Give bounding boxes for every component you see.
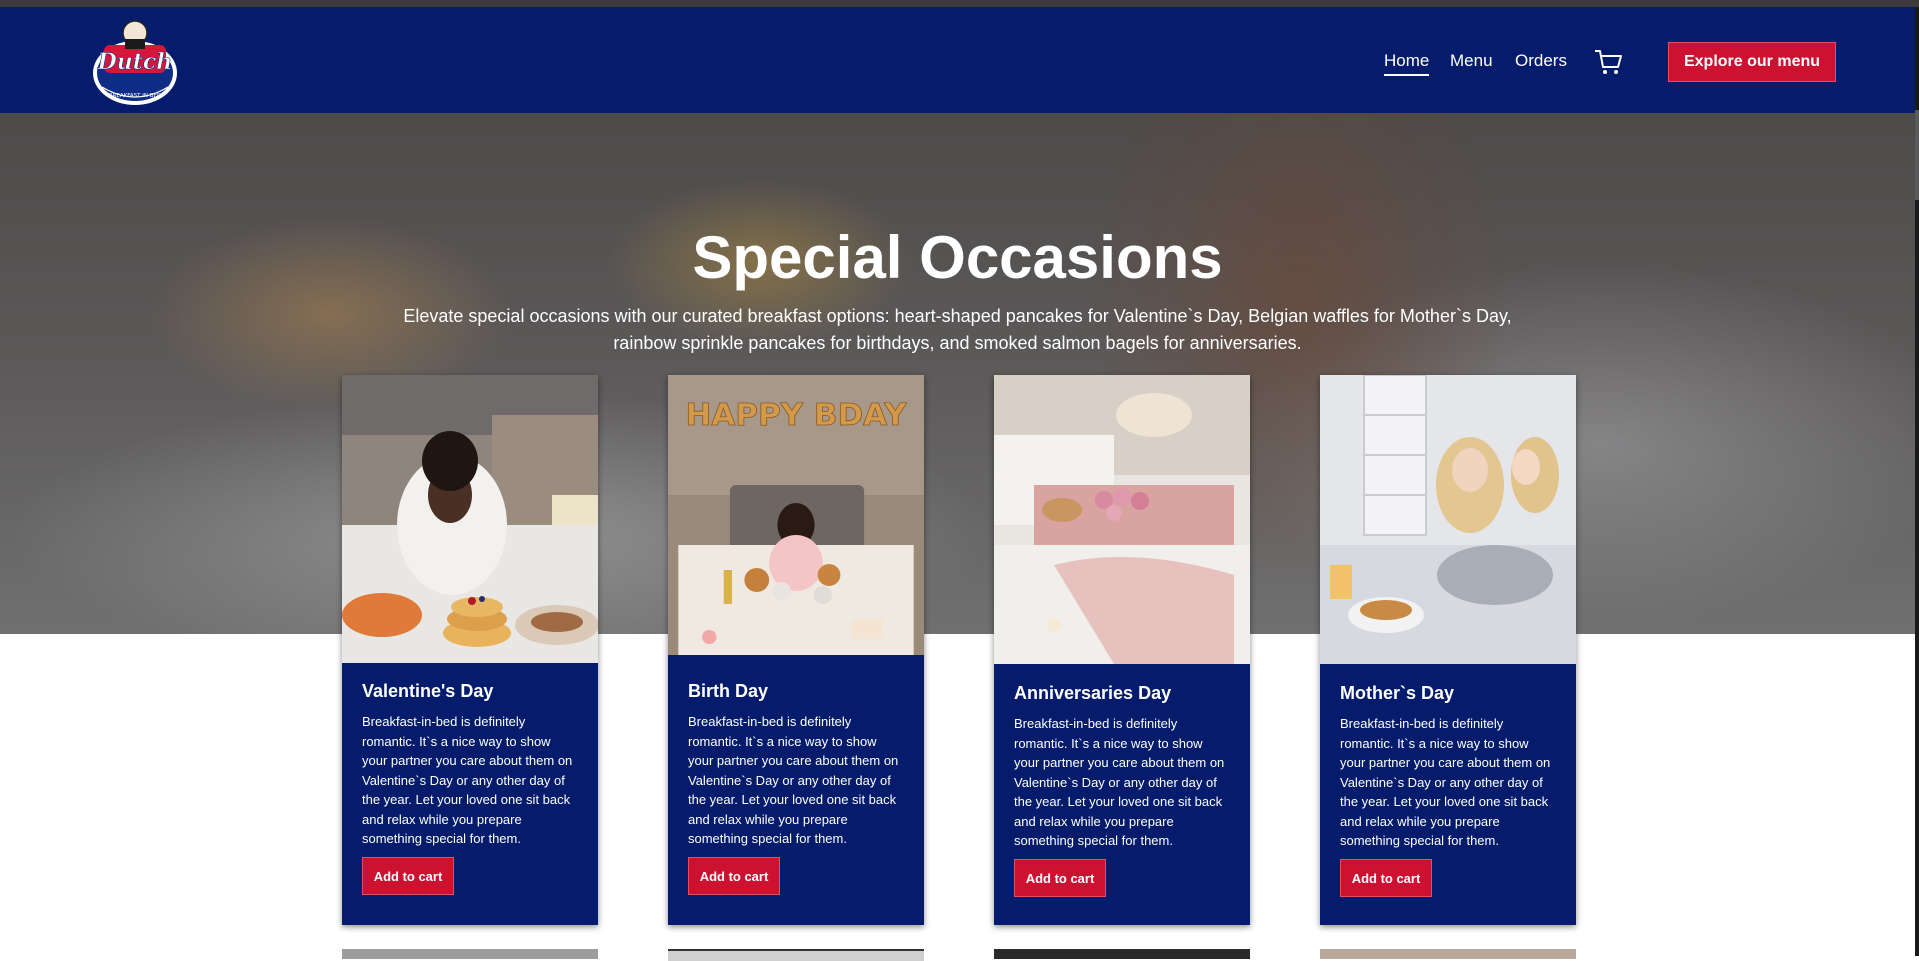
page-title: Special Occasions: [692, 224, 1223, 291]
add-to-cart-button[interactable]: Add to cart: [362, 857, 454, 895]
birthday-photo: HAPPY BDAY: [668, 375, 924, 655]
hero-subtitle: Elevate special occasions with our curat…: [403, 306, 1512, 353]
next-card-peek: [1320, 949, 1576, 959]
hero-section: Special Occasions Elevate special occasi…: [0, 113, 1915, 634]
occasion-card: Valentine's Day Breakfast-in-bed is defi…: [342, 375, 598, 925]
explore-menu-button[interactable]: Explore our menu: [1668, 42, 1836, 82]
add-to-cart-button[interactable]: Add to cart: [1340, 859, 1432, 897]
brand-logo[interactable]: Dutch BREAKFAST IN BED: [90, 15, 180, 107]
add-to-cart-button[interactable]: Add to cart: [1014, 859, 1106, 897]
card-title: Anniversaries Day: [1014, 683, 1172, 703]
nav-orders[interactable]: Orders: [1515, 51, 1567, 71]
valentines-photo: [342, 375, 598, 663]
next-card-peek: [342, 949, 598, 959]
card-title: Birth Day: [688, 681, 769, 701]
card-title: Valentine's Day: [362, 681, 494, 701]
next-card-peek: [668, 949, 924, 961]
svg-text:BREAKFAST IN BED: BREAKFAST IN BED: [109, 93, 161, 99]
add-to-cart-button[interactable]: Add to cart: [688, 857, 780, 895]
card-description: Breakfast-in-bed is definitely romantic.…: [688, 714, 899, 846]
card-title: Mother`s Day: [1340, 683, 1455, 703]
nav-home[interactable]: Home: [1384, 51, 1430, 76]
scrollbar-thumb[interactable]: [1915, 110, 1919, 200]
card-description: Breakfast-in-bed is definitely romantic.…: [362, 714, 573, 846]
site-header: Dutch BREAKFAST IN BED Home Menu Orders …: [0, 7, 1915, 113]
occasion-card: Anniversaries Day Breakfast-in-bed is de…: [994, 375, 1250, 925]
occasion-card: HAPPY BDAY Birth Day Breakfast-in-bed is…: [668, 375, 924, 925]
next-card-peek: [994, 949, 1250, 959]
balloon-letters: HAPPY BDAY: [685, 398, 907, 432]
browser-top-strip: [0, 0, 1919, 7]
occasion-card: Mother`s Day Breakfast-in-bed is definit…: [1320, 375, 1576, 925]
mothers-day-photo: [1320, 375, 1576, 664]
nav-menu[interactable]: Menu: [1450, 51, 1493, 71]
svg-text:Dutch: Dutch: [97, 49, 173, 75]
card-description: Breakfast-in-bed is definitely romantic.…: [1014, 716, 1225, 848]
cart-icon[interactable]: [1593, 47, 1623, 77]
anniversary-photo: [994, 375, 1250, 664]
card-description: Breakfast-in-bed is definitely romantic.…: [1340, 716, 1551, 848]
